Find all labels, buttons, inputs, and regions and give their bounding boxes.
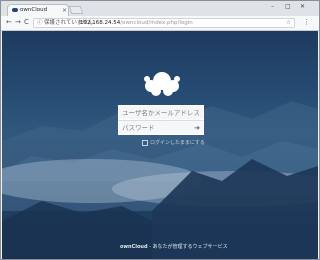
tab-close-icon[interactable]: × [62,5,67,16]
back-icon[interactable]: ← [6,18,12,26]
login-submit-icon[interactable]: ➔ [194,121,200,134]
owncloud-logo-icon [144,72,180,96]
url-host: 192.168.24.54 [80,20,121,26]
bookmark-star-icon[interactable]: ☆ [286,19,291,27]
url-path: /owncloud/index.php/login [120,20,193,26]
tab-owncloud[interactable]: ownCloud × [7,4,69,16]
footer-brand: ownCloud [120,244,148,250]
title-bar: ownCloud × – □ ✕ [1,1,319,16]
password-placeholder: パスワード [122,124,155,132]
login-page: ユーザ名かメールアドレス パスワード ➔ ログインしたままにする ownCloud… [2,31,318,259]
login-form: ユーザ名かメールアドレス パスワード ➔ [118,105,204,135]
checkbox-icon[interactable] [142,139,148,146]
close-window-button[interactable]: ✕ [300,3,305,10]
username-input[interactable]: ユーザ名かメールアドレス [118,105,204,120]
browser-toolbar: ← → C ⓘ 保護されていません 192.168.24.54/owncloud… [1,16,319,31]
owncloud-favicon-icon [12,8,18,12]
browser-window: ownCloud × – □ ✕ ← → C ⓘ 保護されていません 192.1… [0,0,320,260]
minimize-button[interactable]: – [271,3,274,10]
maximize-button[interactable]: □ [285,3,291,10]
footer-tagline: - あなたが管理するウェブサービス [147,244,228,250]
username-placeholder: ユーザ名かメールアドレス [122,109,200,117]
menu-icon[interactable]: ⋮ [303,18,310,26]
remember-me-checkbox[interactable]: ログインしたままにする [142,139,205,146]
new-tab-button[interactable] [68,6,84,14]
tab-title: ownCloud [20,7,48,13]
forward-icon[interactable]: → [15,18,21,26]
info-icon[interactable]: ⓘ [37,19,43,27]
address-bar[interactable]: ⓘ 保護されていません 192.168.24.54/owncloud/index… [33,18,295,28]
password-input[interactable]: パスワード ➔ [118,120,204,135]
remember-label: ログインしたままにする [150,140,205,146]
footer: ownCloud - あなたが管理するウェブサービス [120,243,228,250]
reload-icon[interactable]: C [24,18,29,26]
url-text: 192.168.24.54/owncloud/index.php/login [80,19,193,27]
